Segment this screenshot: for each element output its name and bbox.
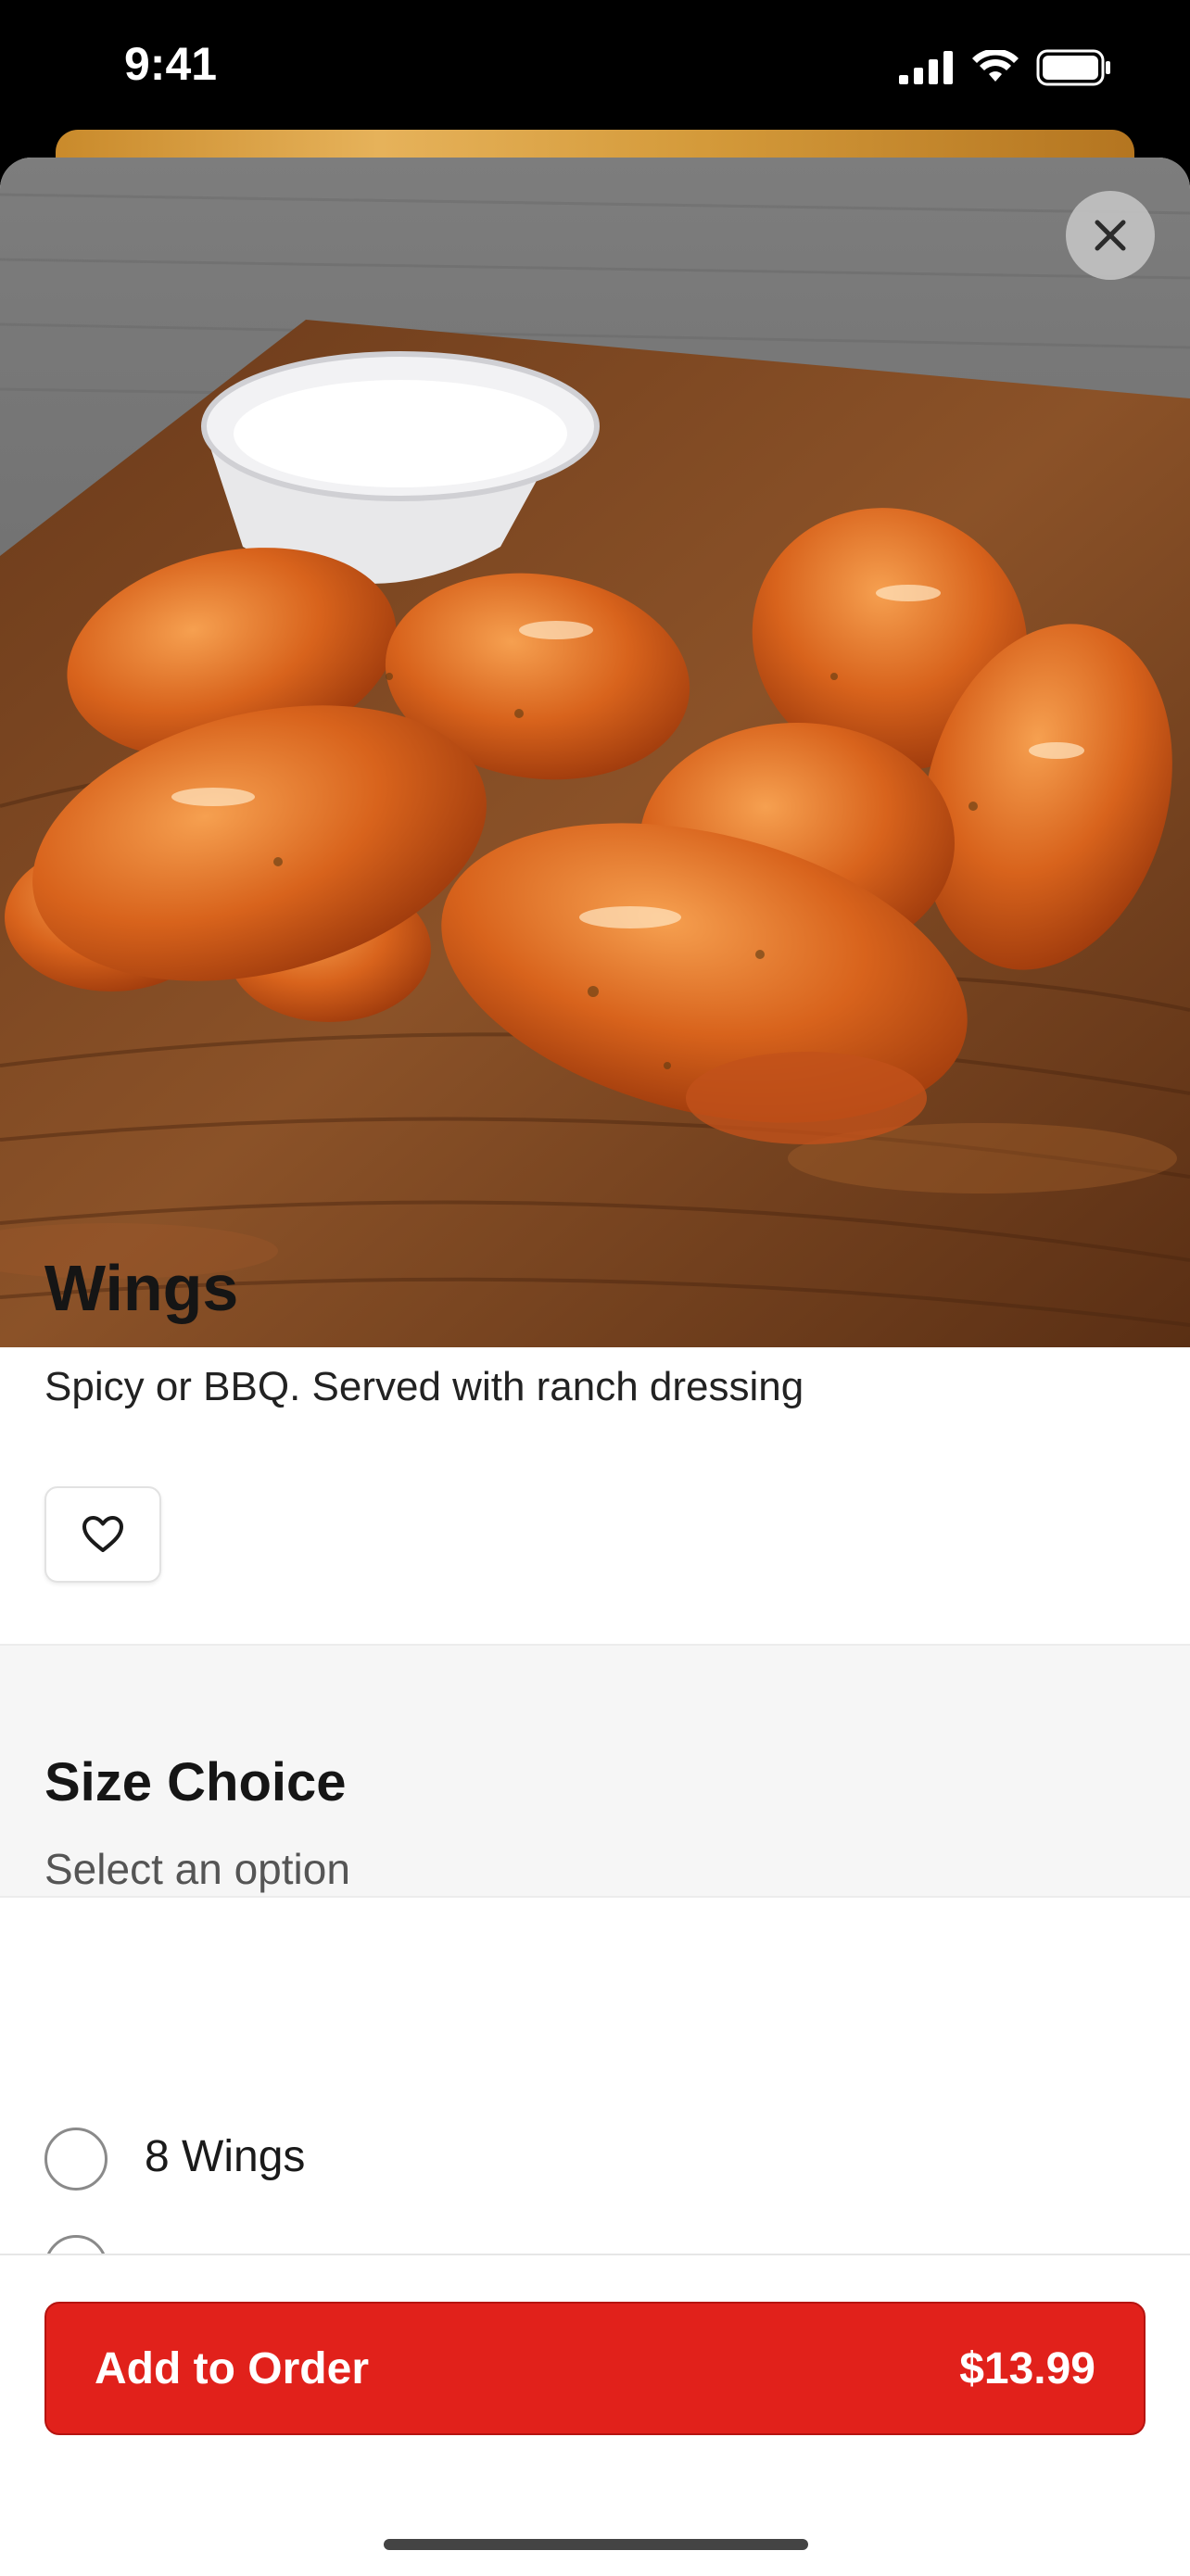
wifi-icon [972,50,1019,82]
size-choice-title: Size Choice [44,1752,347,1812]
size-option-list [0,1898,1190,2074]
signal-icon [899,51,953,84]
close-icon [1095,220,1126,251]
size-option-radio[interactable] [44,2128,108,2191]
size-option-label[interactable]: 8 Wings [145,2131,305,2182]
close-button[interactable] [1066,191,1155,280]
battery-icon [1036,49,1110,86]
order-price: $13.99 [959,2343,1095,2393]
status-time: 9:41 [124,38,218,90]
add-to-order-button[interactable]: Add to Order $13.99 [44,2302,1146,2435]
home-indicator [384,2539,808,2550]
product-description: Spicy or BBQ. Served with ranch dressing [44,1364,804,1409]
favorite-button[interactable] [44,1486,161,1583]
add-to-order-label: Add to Order [95,2343,369,2393]
heart-icon [82,1516,123,1552]
status-bar: 9:41 [0,0,1190,139]
status-icons [899,44,1112,91]
product-title: Wings [44,1252,239,1324]
product-image [0,158,1190,1347]
size-choice-subtitle: Select an option [44,1845,350,1893]
wings-photo [0,158,1190,1347]
